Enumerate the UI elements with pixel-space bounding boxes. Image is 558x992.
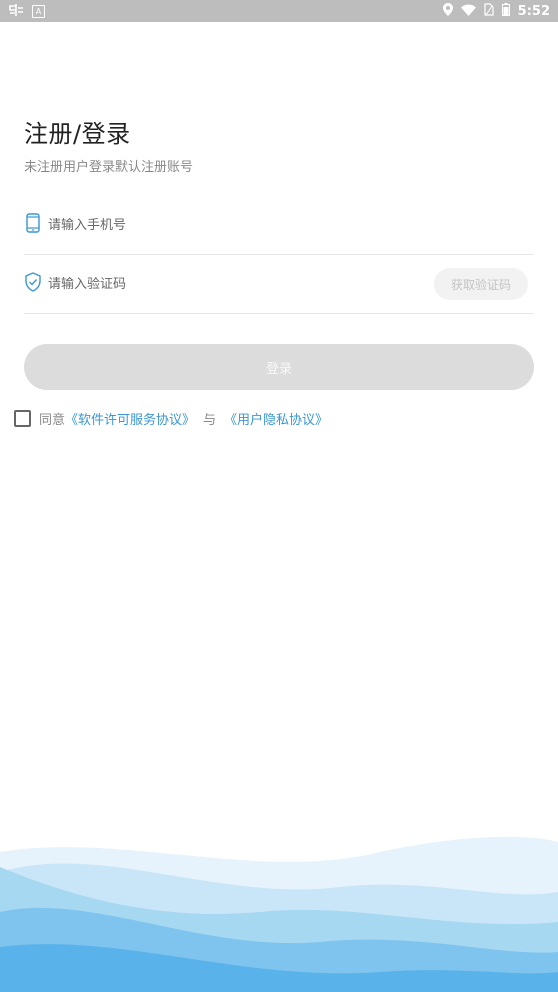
battery-icon [501, 3, 510, 19]
phone-row [24, 196, 534, 255]
phone-icon [24, 213, 42, 237]
a-notification-icon: A [32, 4, 45, 18]
page-title: 注册/登录 [24, 120, 131, 148]
wave-decoration [0, 836, 558, 992]
verification-code-input[interactable] [48, 276, 434, 292]
agreement-connector: 与 [203, 413, 217, 428]
sim-icon [484, 3, 494, 19]
get-code-button[interactable]: 获取验证码 [434, 268, 528, 300]
page-subtitle: 未注册用户登录默认注册账号 [24, 160, 194, 175]
login-button[interactable]: 登录 [24, 344, 534, 390]
wifi-icon [460, 4, 476, 19]
clock: 5:52 [517, 3, 550, 19]
location-icon [442, 3, 453, 19]
agreement-row: 同意 《软件许可服务协议》 与 《用户隐私协议》 [14, 409, 328, 428]
phone-input[interactable] [48, 217, 534, 233]
agreement-checkbox[interactable] [14, 410, 31, 427]
software-license-link[interactable]: 《软件许可服务协议》 [65, 409, 195, 428]
status-right: 5:52 [442, 3, 550, 19]
status-left: A [8, 3, 45, 20]
app-notification-icon [8, 3, 24, 20]
status-bar: A 5:52 [0, 0, 558, 22]
privacy-policy-link[interactable]: 《用户隐私协议》 [224, 409, 328, 428]
shield-check-icon [24, 272, 42, 296]
code-row: 获取验证码 [24, 255, 534, 314]
agreement-prefix: 同意 [39, 413, 66, 428]
